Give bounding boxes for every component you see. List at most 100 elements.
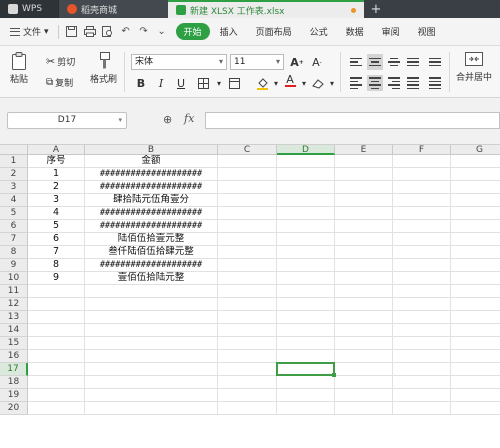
name-box[interactable]: D17 ▾ (7, 112, 127, 129)
cell-f5[interactable] (393, 207, 451, 220)
cell-f9[interactable] (393, 259, 451, 272)
cell-d15[interactable] (277, 337, 335, 350)
column-header-c[interactable]: C (218, 145, 277, 155)
cell-b10[interactable]: 壹佰伍拾陆元整 (85, 272, 218, 285)
cell-c6[interactable] (218, 220, 277, 233)
cell-c7[interactable] (218, 233, 277, 246)
cell-g6[interactable] (451, 220, 500, 233)
cell-d4[interactable] (277, 194, 335, 207)
cell-d11[interactable] (277, 285, 335, 298)
cell-f12[interactable] (393, 298, 451, 311)
cell-e14[interactable] (335, 324, 393, 337)
cell-f11[interactable] (393, 285, 451, 298)
cell-a7[interactable]: 6 (28, 233, 85, 246)
row-header-18[interactable]: 18 (0, 376, 28, 389)
save-icon[interactable] (64, 24, 80, 40)
cell-d6[interactable] (277, 220, 335, 233)
cell-a12[interactable] (28, 298, 85, 311)
italic-icon[interactable]: I (153, 75, 169, 91)
cell-b8[interactable]: 叁仟陆佰伍拾肆元整 (85, 246, 218, 259)
row-header-4[interactable]: 4 (0, 194, 28, 207)
cell-b18[interactable] (85, 376, 218, 389)
cell-g11[interactable] (451, 285, 500, 298)
file-menu-button[interactable]: 文件 ▾ (6, 22, 53, 42)
cell-f1[interactable] (393, 155, 451, 168)
cell-d9[interactable] (277, 259, 335, 272)
cell-a11[interactable] (28, 285, 85, 298)
cell-c17[interactable] (218, 363, 277, 376)
redo-icon[interactable]: ↷ (136, 24, 152, 40)
align-left-icon[interactable] (348, 75, 364, 91)
cell-e11[interactable] (335, 285, 393, 298)
print-preview-icon[interactable] (100, 24, 116, 40)
row-header-2[interactable]: 2 (0, 168, 28, 181)
font-name-select[interactable]: 宋体 ▾ (131, 54, 227, 70)
cell-g7[interactable] (451, 233, 500, 246)
bold-icon[interactable]: B (133, 75, 149, 91)
column-header-e[interactable]: E (335, 145, 393, 155)
new-tab-button[interactable]: + (364, 0, 388, 18)
cell-f6[interactable] (393, 220, 451, 233)
cell-f7[interactable] (393, 233, 451, 246)
cell-c11[interactable] (218, 285, 277, 298)
tab-review[interactable]: 审阅 (374, 25, 408, 38)
cell-c13[interactable] (218, 311, 277, 324)
cell-g16[interactable] (451, 350, 500, 363)
cell-d1[interactable] (277, 155, 335, 168)
row-header-8[interactable]: 8 (0, 246, 28, 259)
wrap-text-icon[interactable] (427, 54, 443, 70)
insert-function-button[interactable]: fx (184, 112, 194, 125)
cell-f16[interactable] (393, 350, 451, 363)
column-header-f[interactable]: F (393, 145, 451, 155)
row-header-15[interactable]: 15 (0, 337, 28, 350)
cell-c10[interactable] (218, 272, 277, 285)
row-header-5[interactable]: 5 (0, 207, 28, 220)
cell-g19[interactable] (451, 389, 500, 402)
cell-e17[interactable] (335, 363, 393, 376)
cell-g13[interactable] (451, 311, 500, 324)
cell-e15[interactable] (335, 337, 393, 350)
cell-d12[interactable] (277, 298, 335, 311)
font-size-select[interactable]: 11 ▾ (230, 54, 284, 70)
cell-e16[interactable] (335, 350, 393, 363)
cell-a18[interactable] (28, 376, 85, 389)
decrease-font-icon[interactable]: A- (309, 54, 325, 70)
cell-a20[interactable] (28, 402, 85, 415)
column-header-g[interactable]: G (451, 145, 500, 155)
cell-c19[interactable] (218, 389, 277, 402)
cell-d20[interactable] (277, 402, 335, 415)
merge-cells-icon[interactable] (226, 75, 242, 91)
cell-f14[interactable] (393, 324, 451, 337)
cell-d16[interactable] (277, 350, 335, 363)
cell-a9[interactable]: 8 (28, 259, 85, 272)
cell-f2[interactable] (393, 168, 451, 181)
cell-c20[interactable] (218, 402, 277, 415)
cell-d10[interactable] (277, 272, 335, 285)
tab-formulas[interactable]: 公式 (302, 25, 336, 38)
cell-c4[interactable] (218, 194, 277, 207)
tab-docer-store[interactable]: 稻壳商城 (58, 0, 168, 18)
cell-a13[interactable] (28, 311, 85, 324)
chevron-down-icon[interactable]: ⌄ (154, 24, 170, 40)
cell-f10[interactable] (393, 272, 451, 285)
row-header-1[interactable]: 1 (0, 155, 28, 168)
row-header-12[interactable]: 12 (0, 298, 28, 311)
cell-b4[interactable]: 肆拾陆元伍角壹分 (85, 194, 218, 207)
cell-d13[interactable] (277, 311, 335, 324)
cell-g14[interactable] (451, 324, 500, 337)
column-header-d[interactable]: D (277, 145, 335, 155)
cell-a10[interactable]: 9 (28, 272, 85, 285)
cell-e9[interactable] (335, 259, 393, 272)
align-right-icon[interactable] (386, 75, 402, 91)
cell-a14[interactable] (28, 324, 85, 337)
tab-insert[interactable]: 插入 (212, 25, 246, 38)
column-header-a[interactable]: A (28, 145, 85, 155)
cell-g20[interactable] (451, 402, 500, 415)
underline-icon[interactable]: U (173, 75, 189, 91)
tab-data[interactable]: 数据 (338, 25, 372, 38)
cell-c16[interactable] (218, 350, 277, 363)
tab-view[interactable]: 视图 (410, 25, 444, 38)
formula-input[interactable] (205, 112, 500, 129)
cell-g9[interactable] (451, 259, 500, 272)
cell-g18[interactable] (451, 376, 500, 389)
